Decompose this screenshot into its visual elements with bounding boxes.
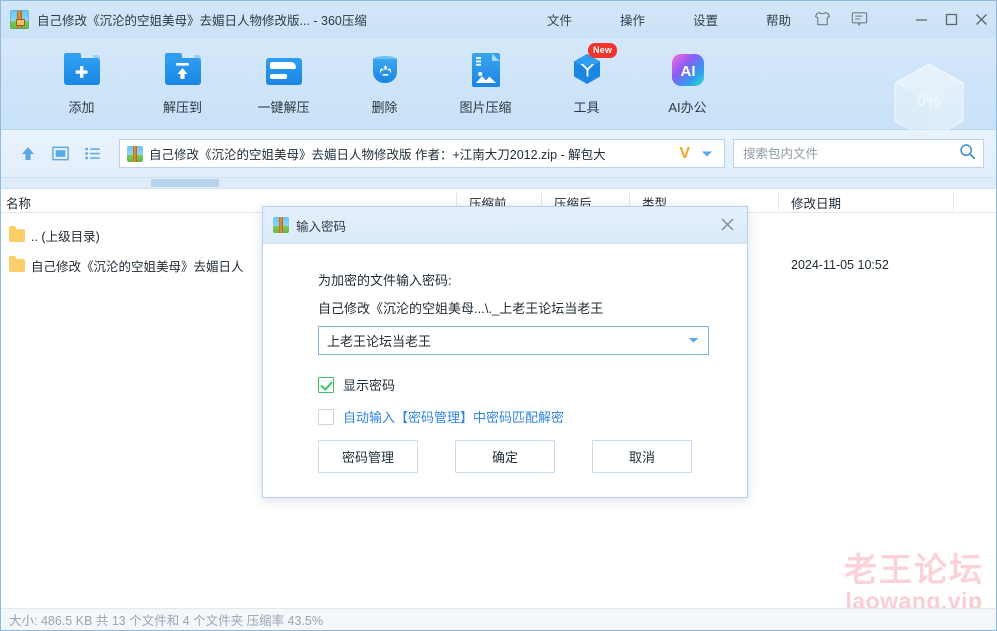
chevron-down-icon[interactable] (682, 337, 704, 344)
view-list-icon[interactable] (79, 141, 105, 167)
title-bar-icons (813, 9, 869, 28)
column-header-name[interactable]: 名称 (6, 193, 31, 212)
window-title: 自己修改《沉沦的空姐美母》去媚日人物修改版... - 360压缩 (37, 14, 367, 28)
password-dialog: 输入密码 为加密的文件输入密码: 自己修改《沉沦的空姐美母...\._上老王论坛… (262, 206, 748, 498)
path-input[interactable]: 自己修改《沉沦的空姐美母》去媚日人物修改版 作者：+江南大刀2012.zip -… (119, 139, 725, 168)
checkbox-box[interactable] (318, 408, 334, 425)
path-bar: 自己修改《沉沦的空姐美母》去媚日人物修改版 作者：+江南大刀2012.zip -… (1, 130, 996, 178)
folder-add-icon (62, 50, 102, 90)
toolbar-ai-office-label: AI办公 (668, 100, 707, 115)
checkbox-box[interactable] (318, 376, 334, 393)
tools-new-badge: New (588, 43, 618, 58)
menu-bar: 文件 操作 设置 帮助 (537, 1, 829, 38)
cancel-button[interactable]: 取消 (592, 440, 692, 473)
feedback-icon[interactable] (850, 9, 869, 28)
status-bar: 大小: 486.5 KB 共 13 个文件和 4 个文件夹 压缩率 43.5% (1, 608, 996, 630)
search-input[interactable] (743, 146, 958, 161)
toolbar-tools-label: 工具 (573, 100, 600, 115)
dialog-title: 输入密码 (296, 219, 347, 234)
toolbar-delete[interactable]: 删除 (334, 47, 435, 116)
folder-extract-icon (163, 50, 203, 90)
column-header-date[interactable]: 修改日期 (791, 193, 841, 212)
password-field[interactable] (318, 326, 709, 355)
confirm-button[interactable]: 确定 (455, 440, 555, 473)
row-name: .. (上级目录) (31, 229, 100, 244)
close-icon[interactable] (711, 209, 743, 240)
archive-file-icon (127, 145, 143, 162)
show-password-label: 显示密码 (343, 378, 396, 393)
toolbar-image-compress[interactable]: 图片压缩 (435, 47, 536, 116)
path-text: 自己修改《沉沦的空姐美母》去媚日人物修改版 作者：+江南大刀2012.zip -… (149, 148, 606, 162)
svg-text:AI: AI (680, 63, 695, 80)
dialog-body: 为加密的文件输入密码: 自己修改《沉沦的空姐美母...\._上老王论坛当老王 显… (263, 244, 747, 497)
scrollbar-thumb[interactable] (151, 179, 219, 187)
progress-percent: 0% (916, 93, 942, 110)
one-click-extract-icon (264, 50, 304, 90)
search-box[interactable] (733, 139, 984, 168)
row-name: 自己修改《沉沦的空姐美母》去媚日人 (31, 259, 244, 274)
status-text: 大小: 486.5 KB 共 13 个文件和 4 个文件夹 压缩率 43.5% (9, 614, 323, 628)
menu-help[interactable]: 帮助 (756, 6, 801, 33)
dialog-buttons: 密码管理 确定 取消 (318, 440, 709, 473)
menu-operation[interactable]: 操作 (610, 6, 655, 33)
menu-file[interactable]: 文件 (537, 6, 582, 33)
password-input[interactable] (327, 333, 682, 348)
view-thumbnail-icon[interactable] (47, 141, 73, 167)
path-mark-icon: V (679, 144, 690, 162)
search-icon[interactable] (958, 142, 977, 166)
row-date: 2024-11-05 10:52 (791, 258, 889, 272)
chevron-down-icon[interactable] (694, 150, 720, 158)
minimize-button[interactable] (906, 1, 936, 38)
maximize-button[interactable] (936, 1, 966, 38)
target-file-path: 自己修改《沉沦的空姐美母...\._上老王论坛当老王 (318, 301, 604, 316)
up-arrow-icon[interactable] (15, 141, 41, 167)
title-bar: 自己修改《沉沦的空姐美母》去媚日人物修改版... - 360压缩 文件 操作 设… (1, 1, 996, 38)
menu-settings[interactable]: 设置 (683, 6, 728, 33)
archive-app-icon (273, 217, 289, 233)
toolbar-extract-to-label: 解压到 (162, 100, 202, 115)
password-manager-button[interactable]: 密码管理 (318, 440, 418, 473)
show-password-checkbox[interactable]: 显示密码 (318, 375, 395, 394)
close-button[interactable] (966, 1, 996, 38)
auto-password-label: 自动输入【密码管理】中密码匹配解密 (343, 410, 565, 425)
ai-office-icon: AI (668, 50, 708, 90)
toolbar-extract-to[interactable]: 解压到 (132, 47, 233, 116)
app-window: 自己修改《沉沦的空姐美母》去媚日人物修改版... - 360压缩 文件 操作 设… (0, 0, 997, 631)
password-prompt: 为加密的文件输入密码: (318, 273, 452, 288)
toolbar-one-click-extract-label: 一键解压 (257, 100, 310, 115)
window-controls (906, 1, 996, 38)
horizontal-scrollbar[interactable] (1, 178, 996, 189)
toolbar-tools[interactable]: New 工具 (536, 43, 637, 116)
auto-password-checkbox[interactable]: 自动输入【密码管理】中密码匹配解密 (318, 407, 564, 426)
toolbar-ai-office[interactable]: AI AI办公 (637, 47, 738, 116)
main-toolbar: 添加 解压到 一键解压 删除 图片压缩 New 工具 AI AI办公 0% (1, 38, 996, 141)
toolbar-delete-label: 删除 (371, 100, 398, 115)
toolbar-add-label: 添加 (68, 100, 95, 115)
toolbar-add[interactable]: 添加 (31, 47, 132, 116)
trash-icon (365, 50, 405, 90)
folder-icon (9, 255, 25, 272)
toolbar-one-click-extract[interactable]: 一键解压 (233, 47, 334, 116)
dialog-title-bar: 输入密码 (263, 207, 747, 244)
skin-icon[interactable] (813, 9, 832, 28)
toolbar-image-compress-label: 图片压缩 (459, 100, 512, 115)
folder-icon (9, 225, 25, 242)
image-compress-icon (466, 50, 506, 90)
archive-app-icon (10, 10, 29, 29)
